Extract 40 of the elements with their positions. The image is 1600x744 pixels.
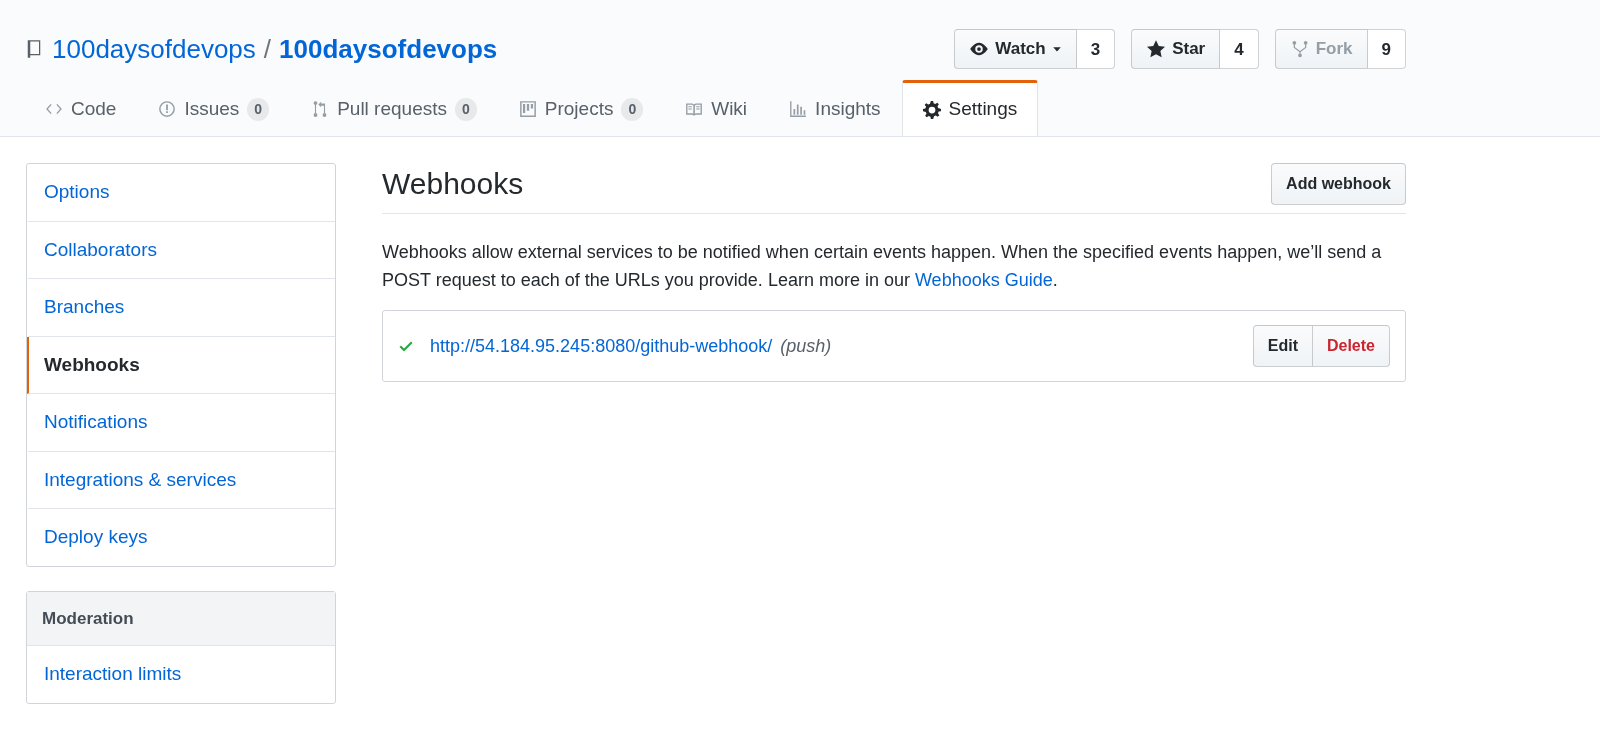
caret-icon (1051, 44, 1062, 54)
menu-item[interactable]: Notifications (27, 394, 335, 452)
issue-icon (158, 100, 177, 118)
bar-graph-icon (789, 100, 808, 118)
menu-item[interactable]: Interaction limits (27, 646, 335, 703)
star-button[interactable]: Star (1131, 29, 1221, 69)
guide-link[interactable]: Webhooks Guide (914, 270, 1053, 290)
event-list: (push) (780, 332, 832, 360)
count-badge: 0 (247, 97, 270, 121)
menu-item[interactable]: Options (27, 164, 335, 222)
star-count[interactable]: 4 (1220, 29, 1259, 69)
star-icon (1146, 39, 1167, 59)
page-title: Webhooks (382, 166, 524, 202)
nav-tab[interactable]: Projects 0 (497, 80, 665, 136)
nav-tab[interactable]: Pull requests 0 (290, 80, 498, 136)
count-badge: 0 (455, 97, 477, 121)
add-webhook-button[interactable]: Add webhook (1271, 163, 1406, 205)
count-badge: 0 (621, 97, 644, 121)
owner-link[interactable]: 100daysofdevops (52, 29, 256, 69)
path-separator: / (263, 32, 272, 66)
nav-tab[interactable]: Wiki (664, 80, 769, 136)
delete-button[interactable]: Delete (1312, 325, 1390, 367)
nav-tab[interactable]: Code (24, 80, 138, 136)
menu-item[interactable]: Branches (27, 279, 335, 337)
repo-name-link[interactable]: 100daysofdevops (279, 29, 498, 69)
watch-count[interactable]: 3 (1076, 29, 1116, 69)
menu-item[interactable]: Collaborators (27, 221, 335, 279)
nav-tab[interactable]: Issues 0 (137, 80, 291, 136)
nav-tab[interactable]: Insights (768, 80, 902, 136)
watch-button[interactable]: Watch (954, 29, 1077, 69)
webhook-url-link[interactable]: http://54.184.95.245:8080/github-webhook/ (430, 332, 773, 360)
menu-item[interactable]: Webhooks (27, 336, 335, 394)
description-text: Webhooks allow external services to be notified when certain events happen. When the specified events happen, we’ll send a POST request to each of the URLs you provide. Learn more in our Webhooks Guide. (382, 241, 1383, 292)
gear-icon (922, 100, 941, 119)
project-board-icon (518, 100, 537, 118)
menu-item[interactable]: Deploy keys (27, 509, 335, 566)
menu-heading: Moderation (27, 591, 335, 646)
edit-button[interactable]: Edit (1252, 325, 1313, 367)
menu-item[interactable]: Integrations & services (27, 451, 335, 509)
nav-tab[interactable]: Settings (901, 80, 1039, 137)
